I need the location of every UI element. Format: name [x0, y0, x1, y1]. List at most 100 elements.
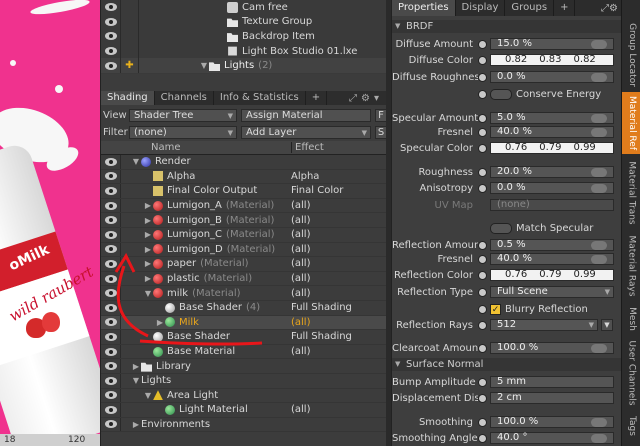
section-brdf[interactable]: BRDF [392, 20, 622, 33]
eye-icon[interactable] [101, 257, 121, 271]
expand-icon[interactable]: ▶ [143, 274, 153, 283]
eye-icon[interactable] [101, 315, 121, 330]
reflection-color-field[interactable]: 0.76 0.79 0.99 [490, 269, 614, 281]
animate-icon[interactable] [478, 270, 487, 280]
animate-icon[interactable] [478, 240, 487, 250]
slider-icon[interactable] [591, 344, 607, 353]
animate-icon[interactable] [478, 183, 487, 193]
expand-icon[interactable]: ▼ [143, 391, 153, 400]
displacement-distance-field[interactable]: 2 cm [490, 392, 614, 404]
eye-icon[interactable] [101, 286, 121, 300]
clearcoat-amount-field[interactable]: 100.0 % [490, 342, 614, 354]
tab-add[interactable]: + [306, 91, 328, 105]
uv-map-dropdown[interactable]: (none) [490, 199, 614, 211]
animate-icon[interactable] [478, 320, 487, 330]
animate-icon[interactable] [478, 254, 487, 264]
slider-icon[interactable] [591, 434, 607, 443]
diffuse-amount-field[interactable]: 15.0 % [490, 38, 614, 50]
animate-icon[interactable] [478, 304, 487, 314]
specular-color-field[interactable]: 0.76 0.79 0.99 [490, 142, 614, 154]
lock-column[interactable] [121, 0, 139, 15]
expand-icon[interactable]: ▶ [143, 216, 153, 225]
slider-icon[interactable] [591, 241, 607, 250]
add-layer-dropdown[interactable]: Add Layer ▼ [241, 125, 371, 139]
animate-icon[interactable] [478, 393, 487, 403]
animate-icon[interactable] [478, 343, 487, 353]
lock-column[interactable] [121, 14, 139, 30]
shader-tree-row[interactable]: ▼ Render [101, 155, 387, 170]
expand-icon[interactable]: ▶ [143, 201, 153, 210]
animate-icon[interactable] [478, 72, 487, 82]
bump-amplitude-field[interactable]: 5 mm [490, 376, 614, 388]
lock-column[interactable] [121, 43, 139, 59]
blurry-reflection-checkbox[interactable]: ✓ [490, 303, 501, 315]
expand-icon[interactable]: ▼ [131, 376, 141, 385]
slider-icon[interactable] [591, 40, 607, 49]
shader-tree-row[interactable]: ▶ Environments [101, 417, 387, 433]
expand-icon[interactable]: ▶ [143, 259, 153, 268]
shader-tree-row[interactable]: ▼ Area Light [101, 388, 387, 404]
vtab-mesh[interactable]: Mesh [622, 303, 640, 335]
eye-icon[interactable] [101, 417, 121, 432]
animate-icon[interactable] [478, 287, 487, 297]
shader-tree-row[interactable]: ▶ Library [101, 359, 387, 374]
animate-icon[interactable] [478, 55, 487, 65]
item-list-row[interactable]: Light Box Studio 01.lxe [101, 43, 387, 59]
eye-icon[interactable] [101, 43, 121, 59]
shader-tree-row[interactable]: Light Material (all) [101, 403, 387, 418]
eye-icon[interactable] [101, 169, 121, 184]
vtab-material-ref[interactable]: Material Ref [622, 92, 640, 154]
shader-tree-row[interactable]: ▶ Lumigon_D (Material) (all) [101, 242, 387, 258]
tab-display[interactable]: Display [456, 0, 506, 16]
eye-icon[interactable] [101, 0, 121, 15]
panel-options-icon[interactable]: ⤢⚙ [601, 3, 622, 14]
eye-icon[interactable] [101, 403, 121, 417]
expand-icon[interactable]: ▶ [155, 318, 165, 327]
expand-icon[interactable]: ▶ [131, 362, 141, 371]
eye-icon[interactable] [101, 359, 121, 373]
vtab-group-locator[interactable]: Group Locator [622, 20, 640, 90]
tab-info-statistics[interactable]: Info & Statistics [214, 91, 306, 105]
tab-groups[interactable]: Groups [505, 0, 555, 16]
eye-icon[interactable] [101, 330, 121, 344]
shader-tree-row[interactable]: Base Shader (4) Full Shading [101, 300, 387, 316]
eye-icon[interactable] [101, 29, 121, 44]
roughness-field[interactable]: 20.0 % [490, 166, 614, 178]
shader-tree-row[interactable]: ▶ plastic (Material) (all) [101, 271, 387, 287]
animate-icon[interactable] [478, 89, 487, 99]
column-effect[interactable]: Effect [291, 142, 324, 153]
animate-icon[interactable] [478, 433, 487, 443]
slider-icon[interactable] [591, 128, 607, 137]
tab-channels[interactable]: Channels [155, 91, 214, 105]
conserve-energy-toggle[interactable] [490, 88, 512, 100]
fresnel-field[interactable]: 40.0 % [490, 253, 614, 265]
slider-icon[interactable] [591, 418, 607, 427]
vtab-material-trans[interactable]: Material Trans [622, 157, 640, 229]
tab-shading[interactable]: Shading [101, 91, 155, 105]
eye-icon[interactable] [101, 198, 121, 213]
eye-icon[interactable] [101, 213, 121, 227]
expand-icon[interactable]: ▼ [143, 289, 153, 298]
smoothing-angle-field[interactable]: 40.0 ° [490, 432, 614, 444]
chevron-down-icon[interactable]: ▼ [601, 319, 613, 331]
expand-icon[interactable]: ▶ [143, 245, 153, 254]
panel-options-icon[interactable]: ⤢⚙▾ [349, 93, 387, 104]
eye-icon[interactable] [101, 300, 121, 315]
animate-icon[interactable] [478, 417, 487, 427]
eye-icon[interactable] [101, 242, 121, 257]
eye-icon[interactable] [101, 14, 121, 30]
shader-tree-row[interactable]: ▶ Lumigon_B (Material) (all) [101, 213, 387, 228]
slider-icon[interactable] [591, 73, 607, 82]
shader-tree-row[interactable]: ▼ milk (Material) (all) [101, 286, 387, 301]
expand-icon[interactable]: ▼ [131, 157, 141, 166]
tab-properties[interactable]: Properties [392, 0, 456, 16]
item-list-row[interactable]: Cam free [101, 0, 387, 15]
expand-icon[interactable]: ▶ [143, 230, 153, 239]
eye-icon[interactable] [101, 227, 121, 242]
animate-icon[interactable] [478, 113, 487, 123]
item-list-row[interactable]: Backdrop Item [101, 29, 387, 44]
lock-column[interactable]: ✚ [121, 58, 139, 73]
expand-icon[interactable]: ▶ [131, 420, 141, 429]
vtab-material-rays[interactable]: Material Rays [622, 232, 640, 300]
reflection-type-dropdown[interactable]: Full Scene ▼ [490, 286, 614, 298]
